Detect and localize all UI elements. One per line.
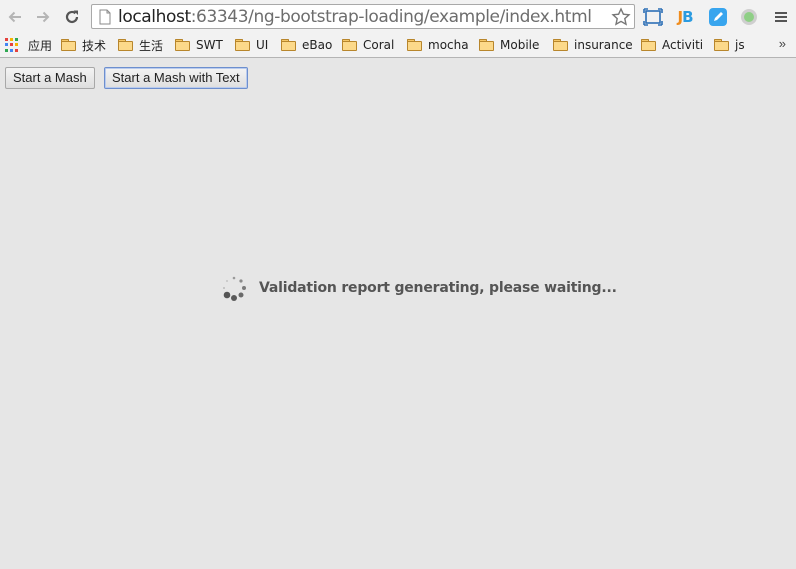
address-bar[interactable]: localhost:63343/ng-bootstrap-loading/exa… — [91, 4, 635, 29]
folder-icon — [407, 39, 422, 51]
bookmark-label: Coral — [363, 38, 395, 52]
bookmark-label: UI — [256, 38, 269, 52]
bookmark-folder[interactable]: UI — [235, 36, 268, 54]
start-mash-button[interactable]: Start a Mash — [5, 67, 95, 89]
bookmark-folder[interactable]: SWT — [175, 36, 223, 54]
loading-indicator: Validation report generating, please wai… — [220, 273, 617, 303]
page-icon — [99, 9, 111, 25]
folder-icon — [118, 39, 133, 51]
circle-status-icon — [741, 9, 757, 25]
bookmark-label: Mobile — [500, 38, 540, 52]
back-arrow-icon — [8, 11, 21, 23]
folder-icon — [61, 39, 76, 51]
bookmark-label: eBao — [302, 38, 333, 52]
bookmark-folder[interactable]: Coral — [342, 36, 394, 54]
bookmark-label: js — [735, 38, 745, 52]
url-host: localhost — [118, 7, 191, 27]
bookmark-label: 技术 — [82, 38, 107, 53]
folder-icon — [281, 39, 296, 51]
bookmarks-bar: 应用 技术 生活 SWT UI eBao Coral mocha Mobile … — [0, 33, 796, 58]
folder-icon — [714, 39, 729, 51]
bookmark-label: insurance — [574, 38, 633, 52]
edit-extension[interactable] — [707, 6, 729, 28]
bookmark-label: SWT — [196, 38, 223, 52]
cast-extension[interactable] — [642, 6, 664, 28]
url-path: :63343/ng-bootstrap-loading/example/inde… — [190, 7, 592, 27]
folder-icon — [342, 39, 357, 51]
bookmark-folder[interactable]: js — [714, 36, 745, 54]
start-mash-with-text-button[interactable]: Start a Mash with Text — [104, 67, 248, 89]
url-text: localhost:63343/ng-bootstrap-loading/exa… — [118, 8, 592, 27]
apps-grid-icon — [5, 38, 19, 52]
pencil-icon — [709, 8, 727, 26]
back-button[interactable] — [4, 6, 26, 28]
bookmark-folder[interactable]: Activiti — [641, 36, 703, 54]
spinner-icon — [223, 276, 246, 301]
jetbrains-b: B — [682, 8, 693, 26]
bookmark-folder[interactable]: mocha — [407, 36, 469, 54]
loading-message: Validation report generating, please wai… — [259, 280, 617, 296]
bookmark-folder[interactable]: 生活 — [118, 36, 163, 54]
forward-arrow-icon — [37, 11, 50, 23]
bookmark-folder[interactable]: 技术 — [61, 36, 106, 54]
folder-icon — [553, 39, 568, 51]
reload-button[interactable] — [61, 6, 83, 28]
bookmark-label: mocha — [428, 38, 469, 52]
folder-icon — [175, 39, 190, 51]
bookmark-folder[interactable]: Mobile — [479, 36, 539, 54]
screen-icon — [643, 8, 663, 26]
hamburger-menu-icon — [775, 12, 787, 22]
bookmark-label: 生活 — [139, 38, 164, 53]
bookmark-label: 应用 — [28, 38, 53, 53]
bookmark-label: Activiti — [662, 38, 704, 52]
forward-button[interactable] — [32, 6, 54, 28]
status-extension[interactable] — [738, 6, 760, 28]
bookmarks-overflow-button[interactable]: » — [779, 36, 786, 51]
bookmark-apps[interactable]: 应用 — [5, 36, 52, 54]
jetbrains-extension[interactable]: JB — [674, 6, 696, 28]
bookmark-folder[interactable]: insurance — [553, 36, 633, 54]
folder-icon — [479, 39, 494, 51]
browser-toolbar: localhost:63343/ng-bootstrap-loading/exa… — [0, 0, 796, 33]
menu-button[interactable] — [770, 6, 792, 28]
folder-icon — [641, 39, 656, 51]
folder-icon — [235, 39, 250, 51]
bookmark-folder[interactable]: eBao — [281, 36, 332, 54]
star-icon[interactable] — [611, 7, 631, 27]
reload-icon — [65, 10, 79, 24]
